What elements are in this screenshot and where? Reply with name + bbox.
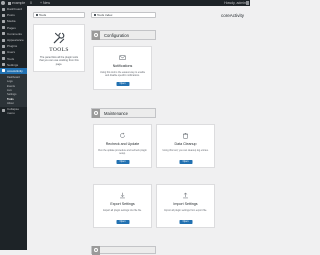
collapse-icon bbox=[2, 109, 5, 113]
card-title: Import Settings bbox=[173, 202, 198, 206]
card-description: Using this tool, you can cleanup log ent… bbox=[162, 149, 209, 152]
sidebar-item-label: Posts bbox=[7, 13, 15, 18]
collapse-label: Collapse menu bbox=[7, 106, 20, 115]
admin-bar: example 0 + New Howdy, admin bbox=[0, 0, 250, 6]
media-icon bbox=[2, 19, 5, 23]
export-card: Export Settings Export all plugin settin… bbox=[93, 184, 152, 228]
cleanup-card: Data Cleanup Using this tool, you can cl… bbox=[156, 124, 215, 168]
notifications-open-button[interactable]: Open bbox=[116, 82, 129, 86]
section-maintenance: Maintenance bbox=[91, 108, 156, 118]
wordpress-logo-icon[interactable] bbox=[1, 1, 5, 5]
wrench-icon bbox=[2, 57, 5, 61]
card-description: Export all plugin settings into file fil… bbox=[103, 209, 142, 212]
tools-nav-button[interactable]: Tools bbox=[33, 12, 85, 18]
card-description: Using this tool is the easiest way to en… bbox=[99, 71, 146, 77]
recheck-open-button[interactable]: Open bbox=[116, 160, 129, 164]
sidebar-item-label: Settings bbox=[7, 62, 19, 67]
section-title: Maintenance bbox=[104, 110, 128, 116]
settings-icon bbox=[2, 63, 5, 67]
section-configuration: Configuration bbox=[91, 30, 156, 40]
refresh-icon bbox=[120, 132, 125, 138]
card-title: Data Cleanup bbox=[174, 142, 197, 146]
sidebar-item-coreactivity[interactable]: coreActivity bbox=[0, 67, 27, 75]
comments-link[interactable]: 0 bbox=[30, 0, 32, 6]
comment-icon bbox=[2, 32, 5, 36]
section-icon bbox=[92, 245, 100, 255]
tools-nav-label: Tools bbox=[39, 13, 47, 17]
avatar[interactable] bbox=[246, 1, 249, 5]
sidebar-item-label: Dashboard bbox=[7, 7, 23, 12]
gear-icon bbox=[92, 30, 100, 40]
tools-intro-card: TOOLS The panel lists all the plugin too… bbox=[33, 24, 85, 72]
export-open-button[interactable]: Open bbox=[116, 220, 129, 224]
brush-icon bbox=[2, 38, 5, 42]
page-icon bbox=[2, 26, 5, 30]
card-title: Recheck and Update bbox=[105, 142, 140, 146]
section-next bbox=[91, 245, 156, 255]
sidebar-item-label: Users bbox=[7, 50, 16, 55]
sidebar-submenu: Dashboard Logs Events Live Settings Tool… bbox=[0, 74, 27, 107]
home-icon bbox=[8, 1, 11, 5]
cleanup-open-button[interactable]: Open bbox=[179, 160, 192, 164]
collapse-menu-button[interactable]: Collapse menu bbox=[0, 106, 27, 115]
dashboard-icon bbox=[2, 7, 5, 11]
card-description: Import all plugin settings from export f… bbox=[164, 209, 207, 212]
plugin-brand-title: coreActivity bbox=[220, 13, 244, 18]
sidebar-item-label: Pages bbox=[7, 25, 16, 30]
card-title: Export Settings bbox=[110, 202, 135, 206]
toolbox-icon bbox=[92, 108, 100, 118]
pin-icon bbox=[2, 13, 5, 17]
card-description: Run the update procedure and recheck plu… bbox=[98, 149, 147, 155]
tools-index-label: Tools index bbox=[97, 13, 113, 17]
import-card: Import Settings Import all plugin settin… bbox=[156, 184, 215, 228]
site-name-label: example bbox=[12, 1, 26, 5]
upload-icon bbox=[183, 192, 188, 199]
recheck-card: Recheck and Update Run the update proced… bbox=[93, 124, 152, 168]
sidebar-item-label: coreActivity bbox=[7, 68, 23, 73]
import-open-button[interactable]: Open bbox=[179, 220, 192, 224]
activity-icon bbox=[2, 69, 5, 73]
tools-card-description: The panel lists all the plugin tools tha… bbox=[39, 56, 79, 66]
tools-card-title: TOOLS bbox=[49, 47, 69, 53]
submenu-item-about[interactable]: About bbox=[0, 101, 27, 105]
user-icon bbox=[2, 50, 5, 54]
trash-icon bbox=[183, 133, 188, 139]
sidebar-item-label: Comments bbox=[7, 31, 22, 36]
plugin-icon bbox=[2, 44, 5, 48]
sidebar-item-label: Appearance bbox=[7, 38, 24, 43]
tools-index-button[interactable]: Tools index bbox=[91, 12, 156, 18]
envelope-icon bbox=[119, 55, 126, 60]
download-icon bbox=[120, 192, 125, 199]
notifications-card: Notifications Using this tool is the eas… bbox=[93, 46, 152, 90]
section-title: Configuration bbox=[104, 32, 129, 38]
list-icon bbox=[94, 14, 96, 17]
wrench-icon bbox=[53, 32, 65, 44]
sidebar-item-label: Media bbox=[7, 19, 16, 24]
new-content-link[interactable]: + New bbox=[40, 0, 50, 6]
card-title: Notifications bbox=[112, 64, 133, 68]
sidebar-item-label: Plugins bbox=[7, 44, 18, 49]
sidebar-item-label: Tools bbox=[7, 56, 15, 61]
grid-icon bbox=[36, 14, 38, 17]
admin-sidebar: Dashboard Posts Media Pages Comments App… bbox=[0, 6, 27, 250]
account-menu[interactable]: Howdy, admin bbox=[224, 0, 246, 6]
